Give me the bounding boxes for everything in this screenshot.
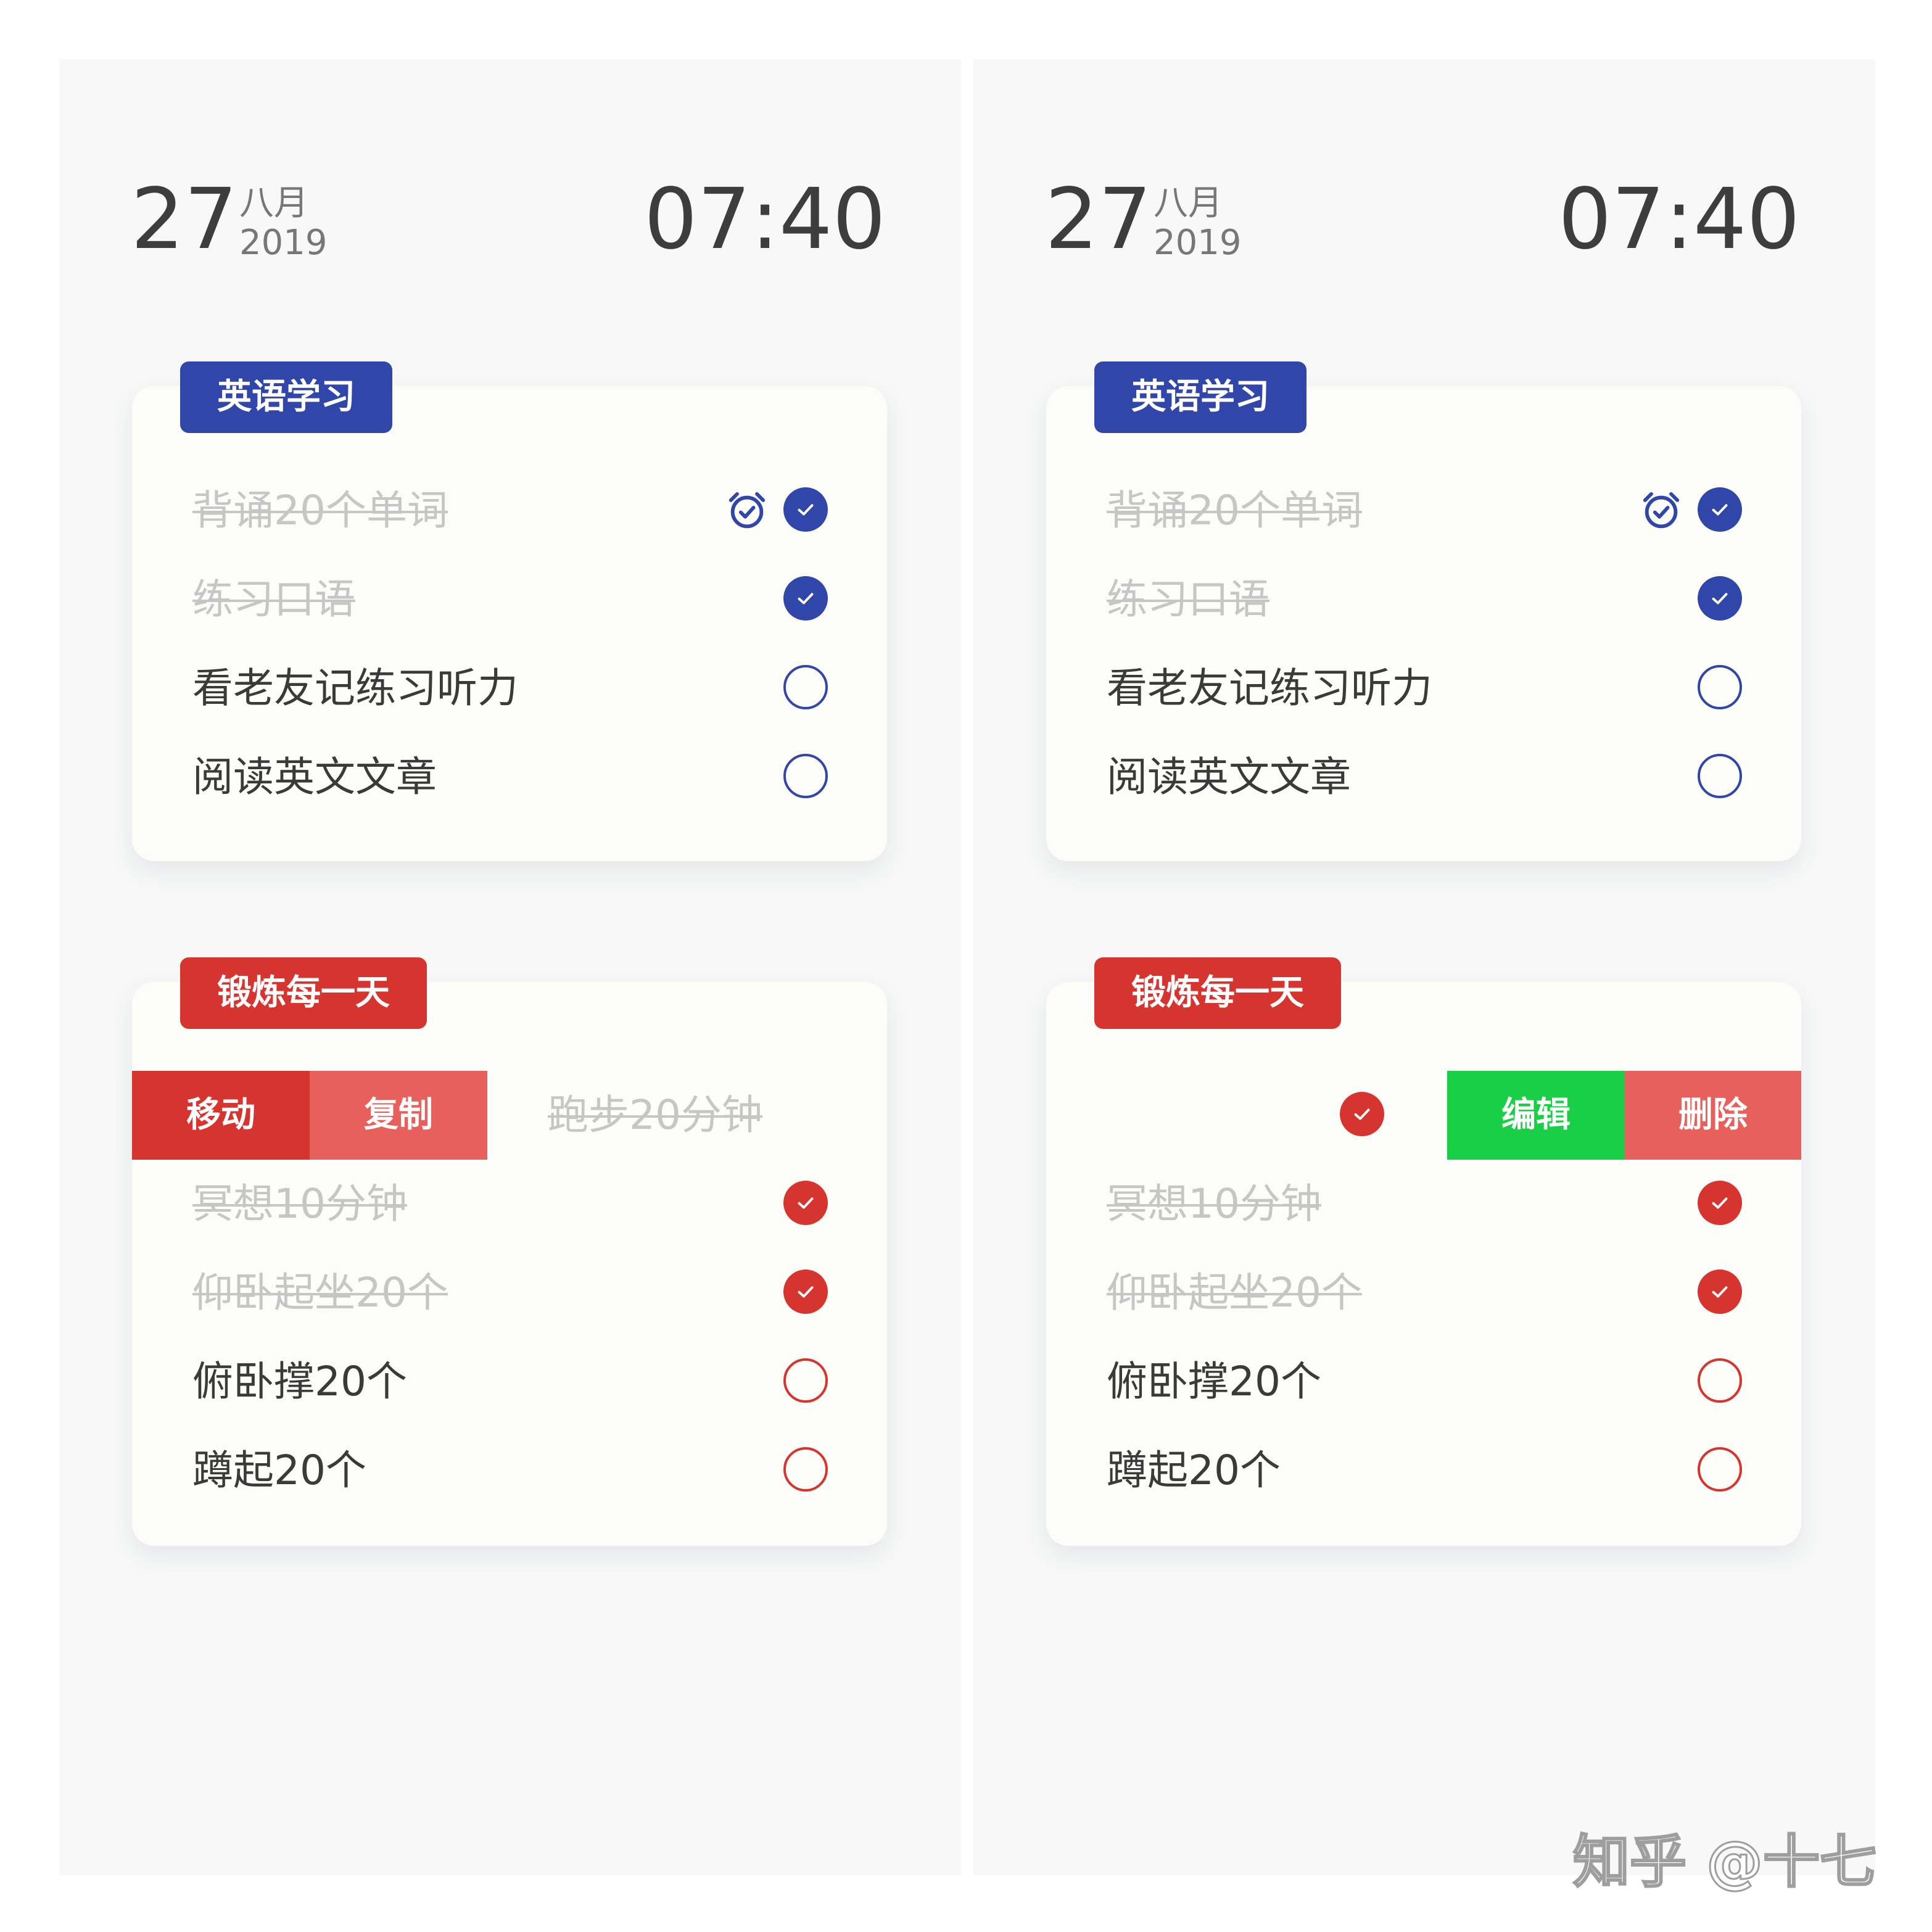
task-row[interactable]: 看老友记练习听力: [132, 644, 887, 733]
task-checkbox[interactable]: [783, 1447, 828, 1492]
clock-time: 07:40: [644, 171, 886, 268]
checkmark-icon: [1354, 1108, 1370, 1120]
task-row[interactable]: 背诵20个单词: [1046, 466, 1801, 555]
task-card-english: 背诵20个单词 练习口语 看老友记练习听力 阅读英文文章: [132, 386, 887, 861]
checkmark-icon: [1712, 504, 1728, 516]
task-label: 蹲起20个: [192, 1447, 366, 1494]
task-row[interactable]: 仰卧起坐20个: [1046, 1249, 1801, 1337]
task-row[interactable]: 蹲起20个: [1046, 1426, 1801, 1515]
task-row[interactable]: 冥想10分钟: [132, 1160, 887, 1249]
task-checkbox-checked[interactable]: [1698, 576, 1742, 621]
task-label: 俯卧撑20个: [1107, 1358, 1321, 1405]
task-checkbox[interactable]: [783, 754, 828, 798]
task-label: 阅读英文文章: [192, 753, 437, 801]
task-row[interactable]: 练习口语: [132, 555, 887, 644]
task-row[interactable]: 仰卧起坐20个: [132, 1249, 887, 1337]
task-checkbox[interactable]: [783, 1358, 828, 1403]
task-row[interactable]: 冥想10分钟: [1046, 1160, 1801, 1249]
task-row[interactable]: 看老友记练习听力: [1046, 644, 1801, 733]
screen-right: 27 八月 2019 07:40 背诵20个单词 练习口语 看老友记练习听力 阅…: [973, 59, 1875, 1875]
task-row[interactable]: 俯卧撑20个: [1046, 1337, 1801, 1426]
task-checkbox-checked[interactable]: [783, 1181, 828, 1225]
task-checkbox-checked[interactable]: [1698, 1181, 1742, 1225]
task-checkbox-checked[interactable]: [1340, 1092, 1384, 1136]
task-checkbox-checked[interactable]: [783, 1269, 828, 1314]
checkmark-icon: [798, 1286, 814, 1298]
task-label: 仰卧起坐20个: [192, 1269, 448, 1316]
task-checkbox[interactable]: [1698, 1358, 1742, 1403]
task-checkbox[interactable]: [783, 665, 828, 709]
delete-button[interactable]: 删除: [1625, 1071, 1801, 1160]
task-row[interactable]: 背诵20个单词: [132, 466, 887, 555]
screen-left: 27 八月 2019 07:40 背诵20个单词 练习口语 看老友记练习听力 阅…: [59, 59, 961, 1875]
date-year: 2019: [239, 223, 328, 263]
copy-button[interactable]: 复制: [310, 1071, 487, 1160]
task-label: 看老友记练习听力: [192, 664, 518, 712]
task-row[interactable]: 俯卧撑20个: [132, 1337, 887, 1426]
task-label: 冥想10分钟: [1107, 1180, 1321, 1228]
task-checkbox[interactable]: [1698, 665, 1742, 709]
checkmark-icon: [798, 593, 814, 605]
watermark: 知乎 @十七: [1572, 1828, 1877, 1896]
checkmark-icon: [798, 504, 814, 516]
task-label: 阅读英文文章: [1107, 753, 1351, 801]
task-label: 仰卧起坐20个: [1107, 1269, 1362, 1316]
task-row[interactable]: 阅读英文文章: [1046, 733, 1801, 822]
task-card-english: 背诵20个单词 练习口语 看老友记练习听力 阅读英文文章: [1046, 386, 1801, 861]
task-label: 冥想10分钟: [192, 1180, 407, 1228]
date-day: 27: [1045, 171, 1152, 268]
alarm-clock-icon[interactable]: [725, 489, 769, 532]
checkmark-icon: [798, 1197, 814, 1209]
task-label: 背诵20个单词: [1107, 487, 1362, 534]
task-label: 背诵20个单词: [192, 487, 448, 534]
alarm-clock-icon[interactable]: [1640, 489, 1683, 532]
swiped-task-row[interactable]: 移动 复制 跑步20分钟: [132, 1071, 887, 1160]
task-card-exercise: 移动 复制 跑步20分钟 冥想10分钟 仰卧起坐20个 俯卧撑20个 蹲起20个: [132, 982, 887, 1546]
move-button[interactable]: 移动: [132, 1071, 310, 1160]
date-day: 27: [131, 171, 238, 268]
group-tag-english[interactable]: 英语学习: [1094, 361, 1307, 433]
task-checkbox[interactable]: [1698, 1447, 1742, 1492]
checkmark-icon: [1712, 1197, 1728, 1209]
task-label: 练习口语: [1107, 576, 1269, 623]
task-label: 练习口语: [192, 576, 355, 623]
task-checkbox-checked[interactable]: [1698, 487, 1742, 532]
checkmark-icon: [1712, 1286, 1728, 1298]
swiped-task-row[interactable]: 编辑 删除: [1046, 1071, 1801, 1160]
checkmark-icon: [1712, 593, 1728, 605]
task-label: 俯卧撑20个: [192, 1358, 407, 1405]
date-year: 2019: [1154, 223, 1242, 263]
group-tag-exercise[interactable]: 锻炼每一天: [180, 957, 427, 1029]
task-checkbox-checked[interactable]: [1698, 1269, 1742, 1314]
task-label: 看老友记练习听力: [1107, 664, 1432, 712]
date-month: 八月: [1154, 183, 1223, 223]
group-tag-exercise[interactable]: 锻炼每一天: [1094, 957, 1341, 1029]
date-month: 八月: [239, 183, 308, 223]
task-checkbox-checked[interactable]: [783, 576, 828, 621]
task-card-exercise: 编辑 删除 冥想10分钟 仰卧起坐20个 俯卧撑20个 蹲起20个: [1046, 982, 1801, 1546]
task-checkbox[interactable]: [1698, 754, 1742, 798]
edit-button[interactable]: 编辑: [1447, 1071, 1625, 1160]
task-label: 蹲起20个: [1107, 1447, 1281, 1494]
clock-time: 07:40: [1558, 171, 1800, 268]
task-row[interactable]: 阅读英文文章: [132, 733, 887, 822]
task-label: 跑步20分钟: [548, 1091, 762, 1139]
task-row[interactable]: 蹲起20个: [132, 1426, 887, 1515]
group-tag-english[interactable]: 英语学习: [180, 361, 392, 433]
task-checkbox-checked[interactable]: [783, 487, 828, 532]
task-row[interactable]: 练习口语: [1046, 555, 1801, 644]
